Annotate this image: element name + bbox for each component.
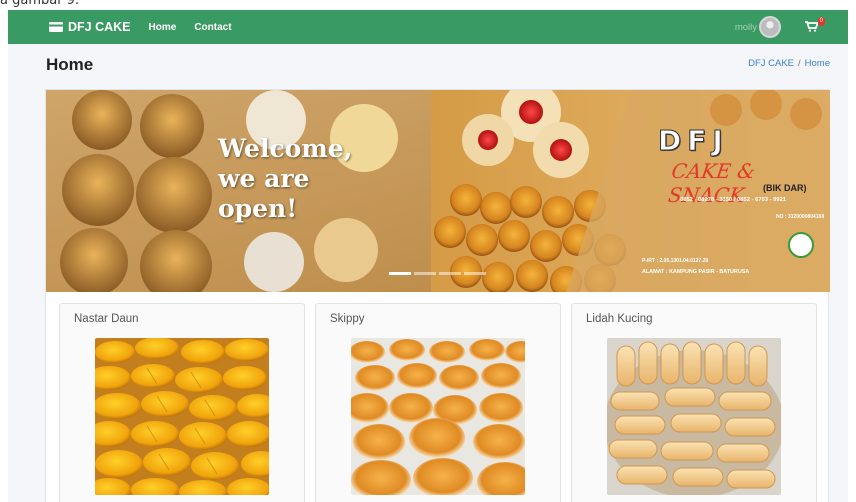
owner-text: (BIK DAR)	[763, 183, 807, 193]
breadcrumb-home-link[interactable]: DFJ CAKE	[748, 58, 794, 69]
product-card-skippy[interactable]: Skippy	[315, 303, 561, 502]
avatar[interactable]	[759, 16, 781, 38]
nav-contact[interactable]: Contact	[194, 22, 231, 33]
carousel-indicator[interactable]	[439, 272, 461, 275]
breadcrumb: DFJ CAKE / Home	[748, 58, 830, 69]
username[interactable]: molly	[735, 22, 757, 33]
welcome-line-2: we are	[218, 164, 310, 193]
welcome-text: Welcome, we are open!	[218, 134, 352, 224]
page-title: Home	[46, 55, 94, 74]
cart-icon	[805, 20, 819, 32]
page-caption-fragment: a gambar 9.	[0, 0, 80, 8]
home-panel: Welcome, we are open! DFJ CAKE & SNACK (…	[45, 89, 830, 502]
product-image-nastar[interactable]	[95, 338, 269, 495]
phone-text: 0852 - 08278 - 3350 / 0852 - 6703 - 9921	[680, 197, 787, 203]
banner-brand-block: DFJ CAKE & SNACK (BIK DAR) 0852 - 08278 …	[642, 124, 830, 276]
pirt-text: P-IRT : 2.05.1301.04.0127.28	[642, 258, 709, 264]
nomor-text: NO : 3120000804188	[776, 214, 825, 220]
carousel-indicator[interactable]	[389, 272, 411, 275]
product-card-nastar[interactable]: Nastar Daun	[59, 303, 305, 502]
nav-home[interactable]: Home	[149, 22, 177, 33]
dfj-logo-text: DFJ	[658, 124, 729, 158]
breadcrumb-current: Home	[804, 58, 830, 69]
lidah-kucing-photo	[607, 338, 781, 495]
cart-button[interactable]: 0	[805, 16, 825, 35]
carousel-indicator[interactable]	[464, 272, 486, 275]
product-name: Lidah Kucing	[586, 313, 653, 325]
halal-logo	[788, 232, 814, 258]
welcome-line-1: Welcome,	[218, 134, 353, 163]
product-image-skippy[interactable]	[351, 338, 525, 495]
skippy-photo	[351, 338, 525, 495]
alamat-text: ALAMAT : KAMPUNG PASIR - BATURUSA	[642, 269, 750, 275]
welcome-line-3: open!	[218, 194, 298, 223]
product-image-lidah-kucing[interactable]	[607, 338, 781, 495]
nastar-photo	[95, 338, 269, 495]
cart-count-badge: 0	[817, 16, 825, 26]
product-name: Nastar Daun	[74, 313, 139, 325]
main-content: Home DFJ CAKE / Home Welcome, we are ope…	[8, 44, 848, 502]
nav-user-area: molly 0	[735, 10, 825, 44]
carousel-indicator[interactable]	[414, 272, 436, 275]
store-icon	[49, 22, 63, 32]
product-name: Skippy	[330, 313, 365, 325]
brand-label: DFJ CAKE	[68, 20, 131, 34]
carousel-indicators	[389, 272, 486, 275]
product-card-lidah-kucing[interactable]: Lidah Kucing	[571, 303, 817, 502]
promo-carousel[interactable]: Welcome, we are open! DFJ CAKE & SNACK (…	[46, 90, 830, 292]
brand-link[interactable]: DFJ CAKE	[48, 20, 131, 34]
navbar: DFJ CAKE Home Contact molly 0	[8, 10, 848, 44]
breadcrumb-separator: /	[798, 58, 801, 69]
